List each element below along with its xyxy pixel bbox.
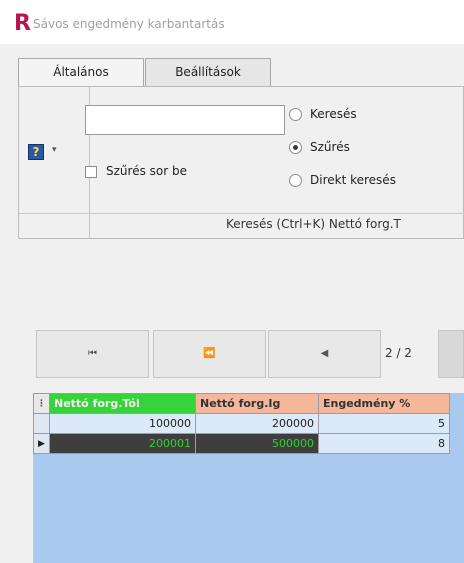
- radio-icon[interactable]: [289, 141, 302, 154]
- filter-row-label: Szűrés sor be: [106, 164, 187, 178]
- skip-first-icon: ⏮: [88, 348, 97, 359]
- title-bar: R Sávos engedmény karbantartás: [0, 0, 464, 44]
- previous-record-button[interactable]: ◀: [268, 330, 381, 378]
- tab-strip: Általános Beállítások: [0, 44, 464, 87]
- help-group: ? ▾: [19, 87, 90, 238]
- radio-filter-label: Szűrés: [310, 140, 350, 154]
- ribbon-group-label: Keresés (Ctrl+K) Nettó forg.T: [226, 217, 401, 231]
- ribbon-footer-divider: [90, 213, 464, 214]
- next-record-button[interactable]: [438, 330, 464, 378]
- toolbar-ribbon: ? ▾ Szűrés sor be Keresés Szűrés Direkt …: [18, 86, 464, 239]
- app-logo: R: [14, 11, 31, 36]
- radio-filter[interactable]: Szűrés: [289, 138, 350, 156]
- cell-net-from[interactable]: 200001: [49, 433, 196, 454]
- cell-net-to[interactable]: 500000: [195, 433, 319, 454]
- data-grid[interactable]: ⋮ Nettó forg.Tól Nettó forg.Ig Engedmény…: [33, 393, 464, 563]
- checkbox-icon[interactable]: [85, 165, 97, 178]
- table-header-row: ⋮ Nettó forg.Tól Nettó forg.Ig Engedmény…: [33, 393, 450, 414]
- radio-search[interactable]: Keresés: [289, 105, 357, 123]
- radio-direct-label: Direkt keresés: [310, 173, 396, 187]
- help-icon: ?: [28, 144, 44, 160]
- window-title: Sávos engedmény karbantartás: [33, 17, 225, 31]
- first-record-button[interactable]: ⏮: [36, 330, 149, 378]
- row-selector[interactable]: [33, 413, 50, 434]
- grid-corner[interactable]: ⋮: [33, 393, 50, 414]
- column-header-discount[interactable]: Engedmény %: [318, 393, 450, 414]
- cell-net-to[interactable]: 200000: [195, 413, 319, 434]
- record-navigator: ⏮ ⏪ ◀ 2 / 2: [36, 330, 464, 380]
- chevron-down-icon[interactable]: ▾: [52, 145, 57, 155]
- group-footer: [19, 213, 89, 238]
- tab-settings[interactable]: Beállítások: [145, 58, 271, 86]
- help-button[interactable]: ? ▾: [28, 143, 68, 167]
- table-row[interactable]: ▶ 200001 500000 8: [33, 433, 450, 454]
- cell-discount[interactable]: 5: [318, 413, 450, 434]
- rewind-icon: ⏪: [203, 348, 216, 359]
- radio-icon[interactable]: [289, 108, 302, 121]
- cell-net-from[interactable]: 100000: [49, 413, 196, 434]
- column-header-net-from[interactable]: Nettó forg.Tól: [49, 393, 196, 414]
- filter-row-checkbox[interactable]: Szűrés sor be: [85, 162, 187, 180]
- column-header-net-to[interactable]: Nettó forg.Ig: [195, 393, 319, 414]
- cell-discount[interactable]: 8: [318, 433, 450, 454]
- radio-icon[interactable]: [289, 174, 302, 187]
- radio-search-label: Keresés: [310, 107, 357, 121]
- tab-general[interactable]: Általános: [18, 58, 144, 87]
- discount-table: ⋮ Nettó forg.Tól Nettó forg.Ig Engedmény…: [33, 393, 450, 454]
- table-row[interactable]: 100000 200000 5: [33, 413, 450, 434]
- page-indicator: 2 / 2: [385, 346, 412, 360]
- radio-direct-search[interactable]: Direkt keresés: [289, 171, 396, 189]
- previous-page-button[interactable]: ⏪: [153, 330, 266, 378]
- arrow-left-icon: ◀: [320, 348, 329, 359]
- search-input[interactable]: [85, 105, 285, 135]
- current-row-arrow-icon: ▶: [38, 438, 45, 449]
- row-selector[interactable]: ▶: [33, 433, 50, 454]
